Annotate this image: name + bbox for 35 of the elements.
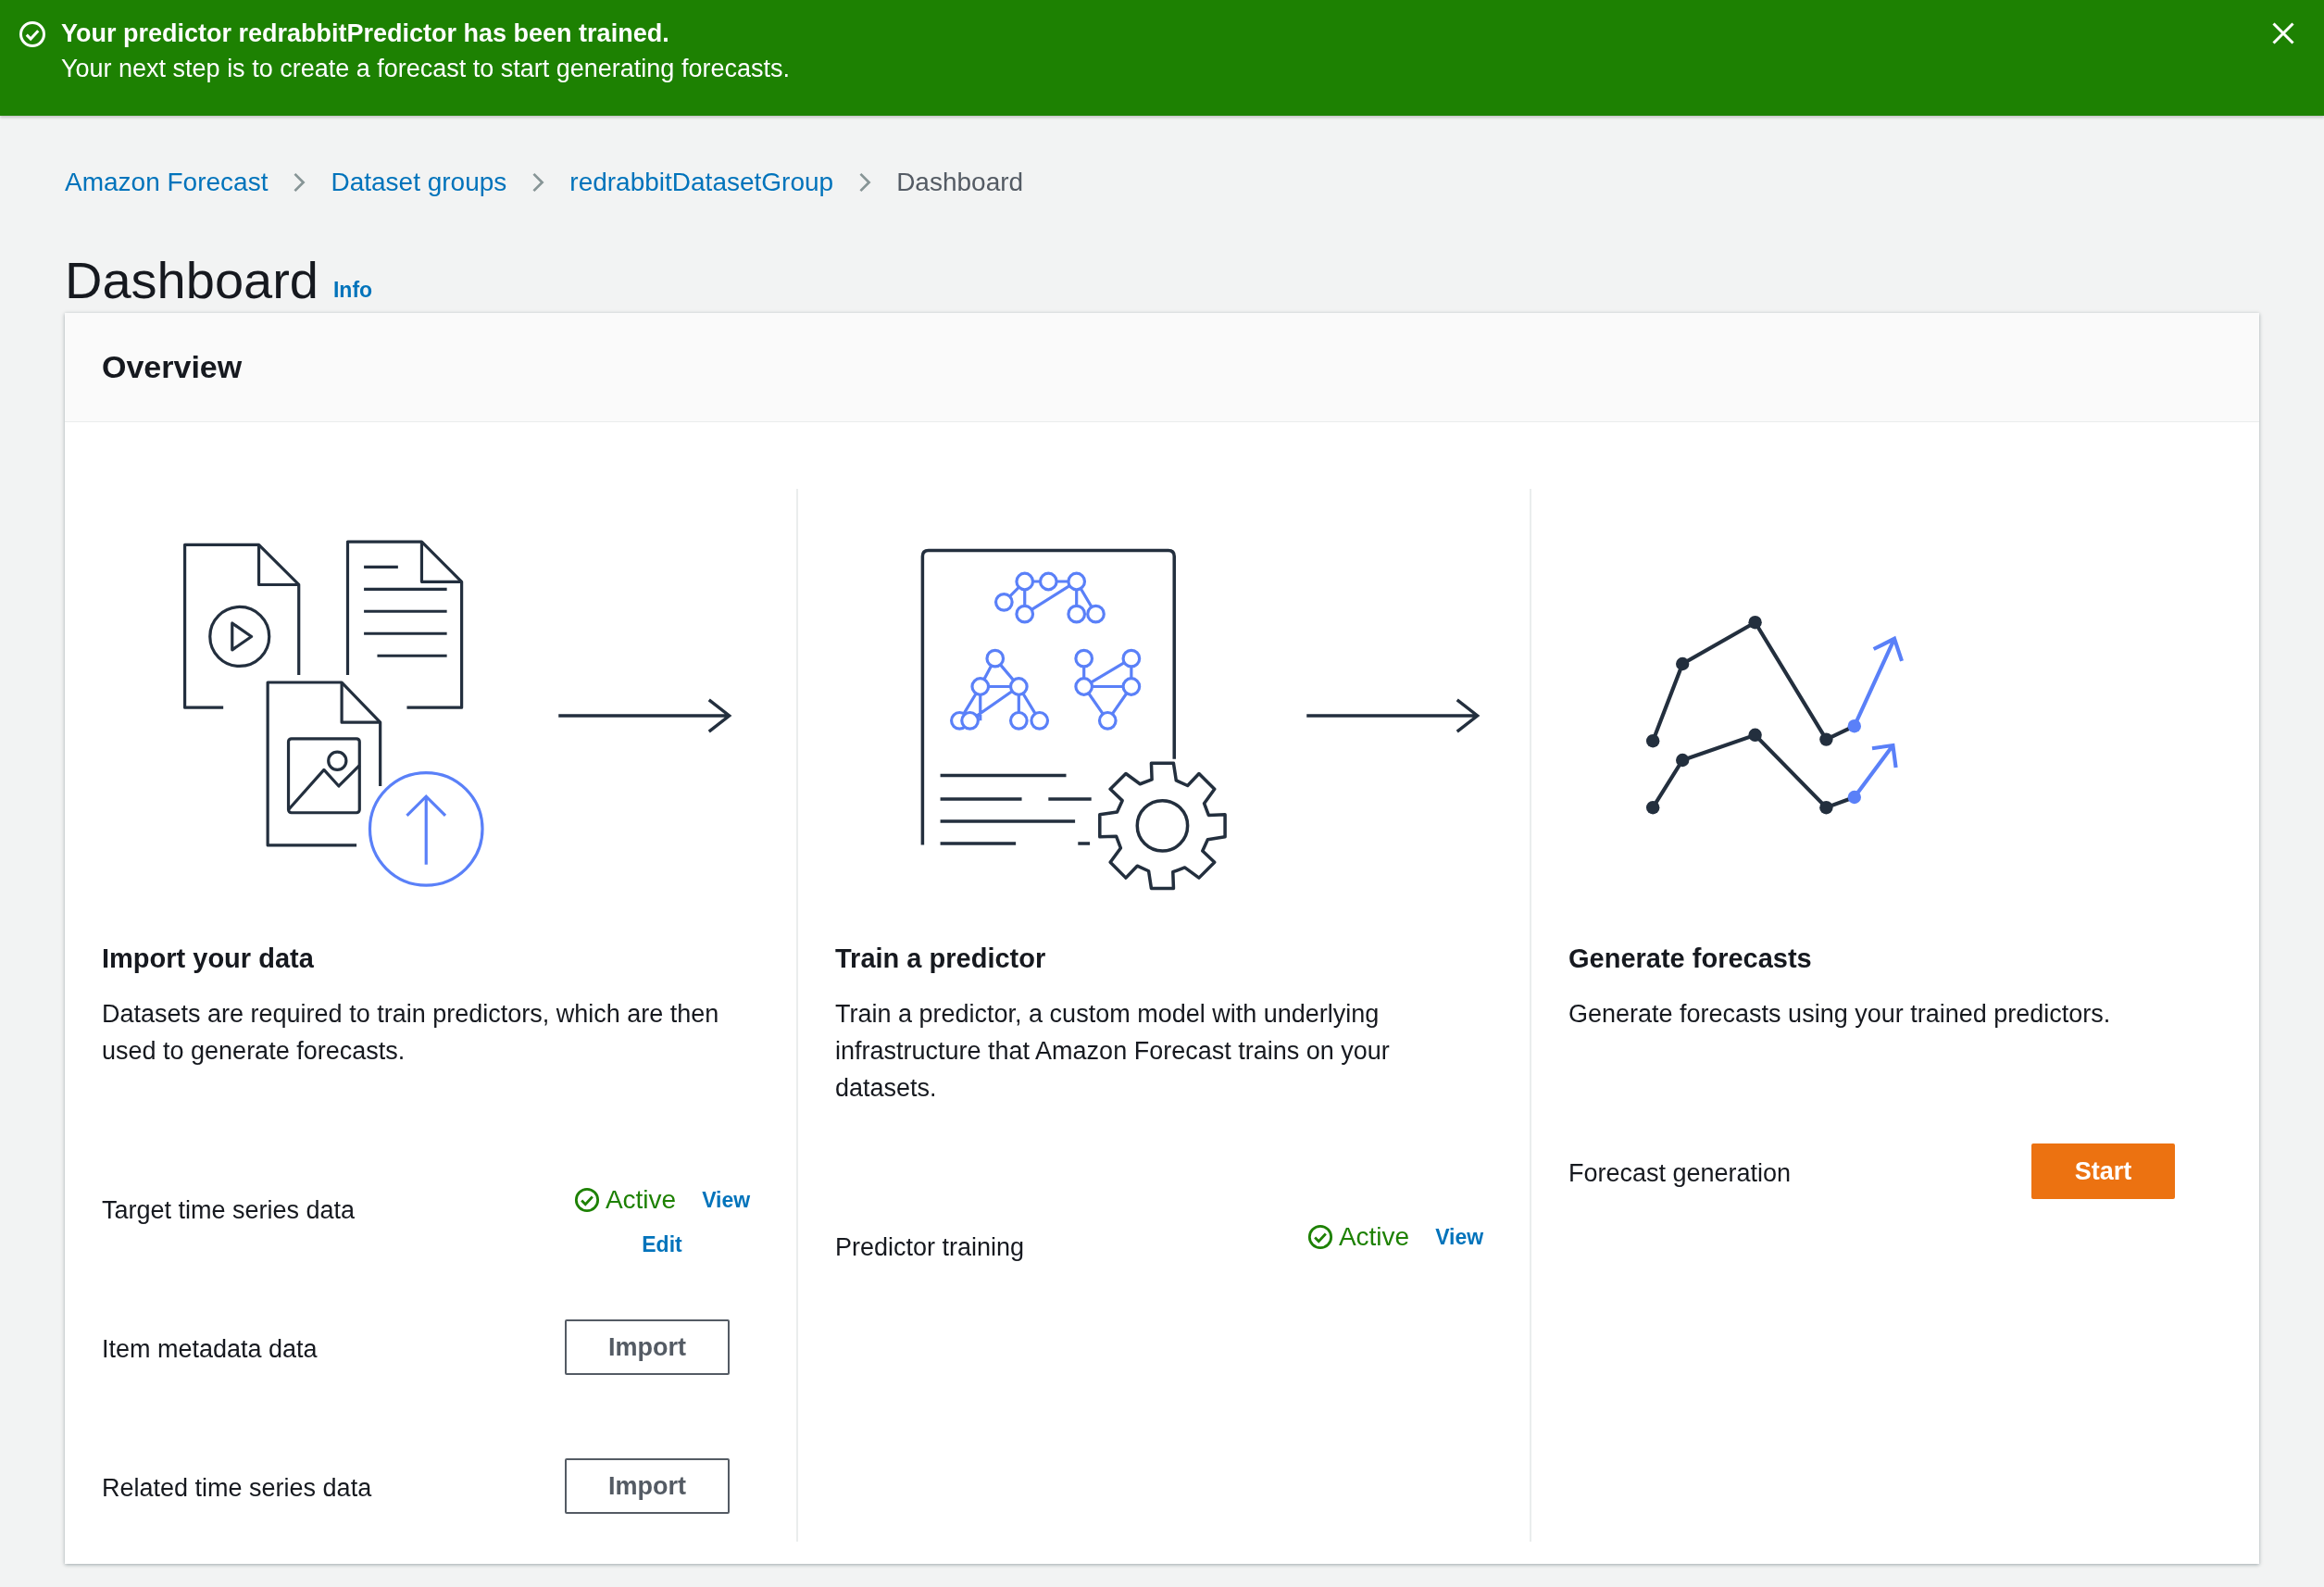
import-button[interactable]: Import [565,1457,730,1514]
info-link[interactable]: Info [332,273,373,306]
notification-message: Your next step is to create a forecast to start generating forecasts. [61,54,791,84]
page-title: Dashboard [65,250,319,311]
step-title: Import your data [102,943,315,975]
action-link[interactable]: Edit [642,1224,682,1261]
status-indicator: Active [1306,1217,1410,1256]
step-description: Generate forecasts using your trained predictors. [1568,998,2112,1030]
breadcrumb-link[interactable]: Amazon Forecast [65,162,269,202]
chevron-icon [531,170,546,194]
notification-title: Your predictor redrabbitPredictor has been trained. [61,19,670,49]
row-label: Forecast generation [1568,1157,1793,1189]
success-check-icon [573,1186,600,1213]
row-label: Item metadata data [102,1333,319,1365]
breadcrumb-link[interactable]: Dataset groups [331,162,507,202]
card-title: Overview [102,348,243,386]
step-description: Train a predictor, a custom model with underlying infrastructure that Amazon Forecast trains on your datasets. [835,998,1391,1104]
row-label: Target time series data [102,1194,356,1226]
row-label: Predictor training [835,1231,1026,1263]
action-link[interactable]: View [1435,1217,1484,1256]
success-check-icon [1306,1223,1333,1250]
chevron-icon [857,170,873,194]
breadcrumb-current: Dashboard [896,166,1024,198]
success-check-icon [19,20,46,48]
row-label: Related time series data [102,1472,373,1504]
chevron-icon [292,170,307,194]
close-button[interactable] [2270,20,2296,46]
status-indicator: Active [573,1180,677,1219]
step-title: Generate forecasts [1568,943,1813,975]
action-link[interactable]: View [702,1180,751,1219]
import-button[interactable]: Import [565,1318,730,1375]
step-description: Datasets are required to train predictors, which are then used to generate forecasts. [102,998,720,1067]
breadcrumb-link[interactable]: redrabbitDatasetGroup [569,162,834,202]
start-button[interactable]: Start [2031,1143,2175,1199]
step-title: Train a predictor [835,943,1047,975]
